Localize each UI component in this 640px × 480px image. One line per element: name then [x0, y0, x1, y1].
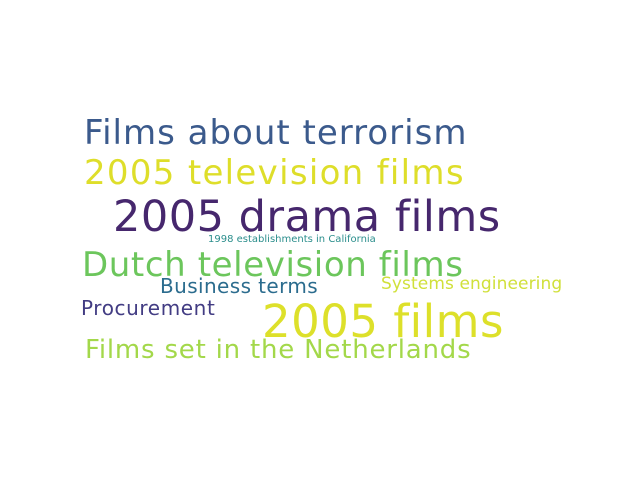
word-systems-engineering: Systems engineering	[381, 274, 563, 294]
word-procurement: Procurement	[81, 296, 216, 320]
word-films-about-terrorism: Films about terrorism	[84, 113, 468, 153]
word-1998-establishments-in-california: 1998 establishments in California	[208, 234, 376, 245]
word-business-terms: Business terms	[160, 274, 319, 298]
word-2005-drama-films: 2005 drama films	[113, 192, 501, 242]
word-cloud: Films about terrorism 2005 television fi…	[0, 0, 640, 480]
word-2005-television-films: 2005 television films	[84, 153, 465, 193]
word-films-set-in-the-netherlands: Films set in the Netherlands	[85, 335, 472, 365]
